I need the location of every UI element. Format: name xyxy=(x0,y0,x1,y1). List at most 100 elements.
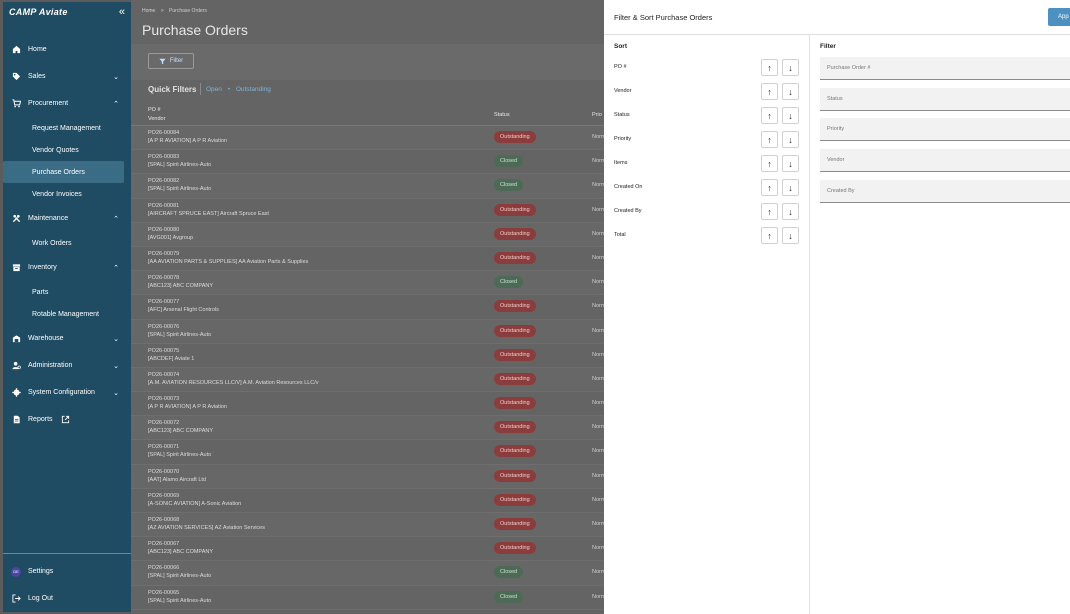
sidebar-subitem-rotable-management[interactable]: Rotable Management xyxy=(3,303,124,325)
table-row[interactable]: PO26-00074 [A.M. AVIATION RESOURCES LLC/V… xyxy=(131,367,604,393)
filter-button[interactable]: Filter xyxy=(148,53,194,69)
sidebar-item-home[interactable]: Home xyxy=(3,36,131,63)
sidebar-subitem-purchase-orders[interactable]: Purchase Orders xyxy=(3,161,124,183)
po-number[interactable]: PO26-00065 xyxy=(148,590,179,596)
collapse-sidebar-icon[interactable]: « xyxy=(119,6,125,18)
sort-descending-button[interactable]: ↓ xyxy=(782,59,799,76)
apply-button[interactable]: App xyxy=(1048,8,1070,26)
table-row[interactable]: PO26-00068 [AZ AVIATION SERVICES] AZ Avia… xyxy=(131,513,604,538)
table-row[interactable]: PO26-00080 [AVG001] Avgroup Outstanding Nor… xyxy=(131,222,604,247)
sort-ascending-button[interactable]: ↑ xyxy=(761,155,778,172)
sort-descending-button[interactable]: ↓ xyxy=(782,227,799,244)
sidebar-item-reports[interactable]: Reports xyxy=(3,406,131,433)
sidebar-item-label: Warehouse xyxy=(28,335,64,342)
quick-filter-outstanding[interactable]: Outstanding xyxy=(236,86,271,93)
sort-descending-button[interactable]: ↓ xyxy=(782,83,799,100)
sort-ascending-button[interactable]: ↑ xyxy=(761,107,778,124)
po-number[interactable]: PO26-00084 xyxy=(148,130,179,136)
table-row[interactable]: PO26-00069 [A-SONIC AVIATION] A-Sonic Avi… xyxy=(131,489,604,513)
sidebar-item-administration[interactable]: Administration ⌄ xyxy=(3,352,131,379)
vendor-name: [A P R AVIATION] A P R Aviation xyxy=(148,138,227,144)
arrow-down-icon: ↓ xyxy=(788,134,793,145)
table-row[interactable]: PO26-00077 [AFC] Arsenal Flight Controls O… xyxy=(131,295,604,320)
table-row[interactable]: PO26-00075 [ABCDEF] Aviate 1 Outstanding No… xyxy=(131,344,604,368)
sort-ascending-button[interactable]: ↑ xyxy=(761,131,778,148)
sidebar-subitem-vendor-quotes[interactable]: Vendor Quotes xyxy=(3,139,124,161)
sort-descending-button[interactable]: ↓ xyxy=(782,179,799,196)
filter-input-priority[interactable] xyxy=(820,118,1070,141)
table-row[interactable]: PO26-00079 [AA AVIATION PARTS & SUPPLIES]… xyxy=(131,247,604,272)
sort-ascending-button[interactable]: ↑ xyxy=(761,83,778,100)
sidebar-subitem-work-orders[interactable]: Work Orders xyxy=(3,232,124,254)
table-row[interactable]: PO26-00072 [ABC123] ABC COMPANY Outstandin… xyxy=(131,416,604,441)
table-row[interactable]: PO26-00083 [SPAL] Spirit Airlines-Auto Clo… xyxy=(131,150,604,175)
filter-input-vendor[interactable] xyxy=(820,149,1070,172)
sidebar-item-warehouse[interactable]: Warehouse ⌄ xyxy=(3,325,131,352)
table-row[interactable]: PO26-00070 [AAT] Alamo Aircraft Ltd Outsta… xyxy=(131,464,604,489)
po-number[interactable]: PO26-00068 xyxy=(148,517,179,523)
po-number[interactable]: PO26-00074 xyxy=(148,372,179,378)
sidebar-item-settings[interactable]: DE Settings xyxy=(3,558,131,585)
po-number[interactable]: PO26-00075 xyxy=(148,348,179,354)
sidebar-item-maintenance[interactable]: Maintenance ⌃ xyxy=(3,205,131,232)
po-number[interactable]: PO26-00069 xyxy=(148,493,179,499)
po-number[interactable]: PO26-00072 xyxy=(148,420,179,426)
status-badge: Closed xyxy=(494,566,524,579)
table-row[interactable]: PO26-00078 [ABC123] ABC COMPANY Closed Norm xyxy=(131,271,604,296)
po-number[interactable]: PO26-00071 xyxy=(148,444,179,450)
sidebar-item-system-configuration[interactable]: System Configuration ⌄ xyxy=(3,379,131,406)
sort-descending-button[interactable]: ↓ xyxy=(782,155,799,172)
po-number[interactable]: PO26-00077 xyxy=(148,299,179,305)
po-number[interactable]: PO26-00076 xyxy=(148,324,179,330)
table-row[interactable]: PO26-00065 [SPAL] Spirit Airlines-Auto Clo… xyxy=(131,586,604,610)
filter-input-purchase-order[interactable] xyxy=(820,57,1070,79)
sidebar-subitem-request-management[interactable]: Request Management xyxy=(3,117,124,139)
po-number[interactable]: PO26-00078 xyxy=(148,275,179,281)
arrow-up-icon: ↑ xyxy=(767,62,772,73)
table-row[interactable]: PO26-00067 [ABC123] ABC COMPANY Outstandin… xyxy=(131,537,604,562)
table-row[interactable]: PO26-00066 [SPAL] Spirit Airlines-Auto Clo… xyxy=(131,561,604,586)
arrow-up-icon: ↑ xyxy=(767,110,772,121)
column-header-vendor[interactable]: Vendor xyxy=(148,116,165,122)
table-row[interactable]: PO26-00084 [A P R AVIATION] A P R Aviatio… xyxy=(131,126,604,151)
app-logo[interactable]: CAMP Aviate xyxy=(9,7,68,17)
po-number[interactable]: PO26-00066 xyxy=(148,565,179,571)
column-header-status[interactable]: Status xyxy=(494,112,510,118)
po-number[interactable]: PO26-00080 xyxy=(148,227,179,233)
table-row[interactable]: PO26-00071 [SPAL] Spirit Airlines-Auto Out… xyxy=(131,440,604,465)
filter-input-status[interactable] xyxy=(820,87,1070,110)
sort-ascending-button[interactable]: ↑ xyxy=(761,227,778,244)
filter-field-vendor xyxy=(820,149,1070,173)
sidebar-subitem-vendor-invoices[interactable]: Vendor Invoices xyxy=(3,183,124,205)
quick-filter-open[interactable]: Open xyxy=(206,86,222,93)
table-row[interactable]: PO26-00076 [SPAL] Spirit Airlines-Auto Out… xyxy=(131,319,604,344)
filter-input-created-by[interactable] xyxy=(820,179,1070,202)
cart-icon xyxy=(11,99,21,109)
vendor-name: [SPAL] Spirit Airlines-Auto xyxy=(148,452,212,459)
po-number[interactable]: PO26-00083 xyxy=(148,154,179,160)
sort-descending-button[interactable]: ↓ xyxy=(782,203,799,220)
po-number[interactable]: PO26-00081 xyxy=(148,203,179,209)
column-header-priority[interactable]: Prio xyxy=(592,112,602,118)
sidebar-item-procurement[interactable]: Procurement ⌃ xyxy=(3,90,131,117)
po-number[interactable]: PO26-00073 xyxy=(148,396,179,402)
table-row[interactable]: PO26-00082 [SPAL] Spirit Airlines-Auto Clo… xyxy=(131,174,604,199)
po-number[interactable]: PO26-00070 xyxy=(148,469,179,475)
breadcrumb-home[interactable]: Home xyxy=(142,8,155,14)
sort-ascending-button[interactable]: ↑ xyxy=(761,203,778,220)
sort-ascending-button[interactable]: ↑ xyxy=(761,59,778,76)
po-number[interactable]: PO26-00082 xyxy=(148,178,179,184)
column-header-po[interactable]: PO # xyxy=(148,107,161,113)
sidebar-item-sales[interactable]: Sales ⌄ xyxy=(3,63,131,90)
sort-ascending-button[interactable]: ↑ xyxy=(761,179,778,196)
table-row[interactable]: PO26-00073 [A P R AVIATION] A P R Aviatio… xyxy=(131,392,604,417)
po-number[interactable]: PO26-00067 xyxy=(148,541,179,547)
arrow-up-icon: ↑ xyxy=(767,182,772,193)
table-row[interactable]: PO26-00081 [AIRCRAFT SPRUCE EAST] Aircraf… xyxy=(131,199,604,223)
sidebar-subitem-parts[interactable]: Parts xyxy=(3,281,124,303)
po-number[interactable]: PO26-00079 xyxy=(148,251,179,257)
sort-descending-button[interactable]: ↓ xyxy=(782,107,799,124)
sidebar-item-inventory[interactable]: Inventory ⌃ xyxy=(3,254,131,281)
sort-descending-button[interactable]: ↓ xyxy=(782,131,799,148)
sidebar-item-logout[interactable]: Log Out xyxy=(3,585,131,612)
